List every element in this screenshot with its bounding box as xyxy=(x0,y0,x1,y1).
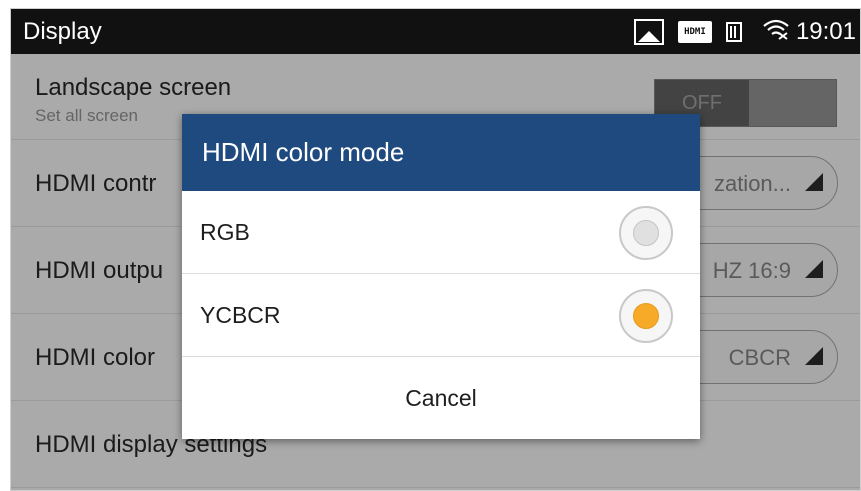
sim-icon xyxy=(725,22,742,42)
radio-dot xyxy=(633,303,659,329)
wifi-icon xyxy=(762,18,790,46)
image-icon xyxy=(633,19,664,45)
cancel-button[interactable]: Cancel xyxy=(182,357,700,439)
radio-button-rgb[interactable] xyxy=(619,206,673,260)
status-icons: HDMI 19:01 xyxy=(633,17,856,47)
page-title: Display xyxy=(23,18,102,45)
option-label: YCBCR xyxy=(200,302,281,328)
hdmi-icon: HDMI xyxy=(677,21,712,43)
radio-dot xyxy=(633,220,659,246)
radio-button-ycbcr[interactable] xyxy=(619,289,673,343)
option-ycbcr[interactable]: YCBCR xyxy=(182,274,700,357)
option-label: RGB xyxy=(200,219,250,245)
clock: 19:01 xyxy=(795,18,856,45)
display-settings-screen: Display HDMI 19:01 Landscape screen Set … xyxy=(10,8,861,491)
dialog-title: HDMI color mode xyxy=(182,114,700,191)
hdmi-color-mode-dialog: HDMI color mode RGB YCBCR Cancel xyxy=(182,114,700,439)
option-rgb[interactable]: RGB xyxy=(182,191,700,274)
status-bar: Display HDMI 19:01 xyxy=(11,9,860,54)
